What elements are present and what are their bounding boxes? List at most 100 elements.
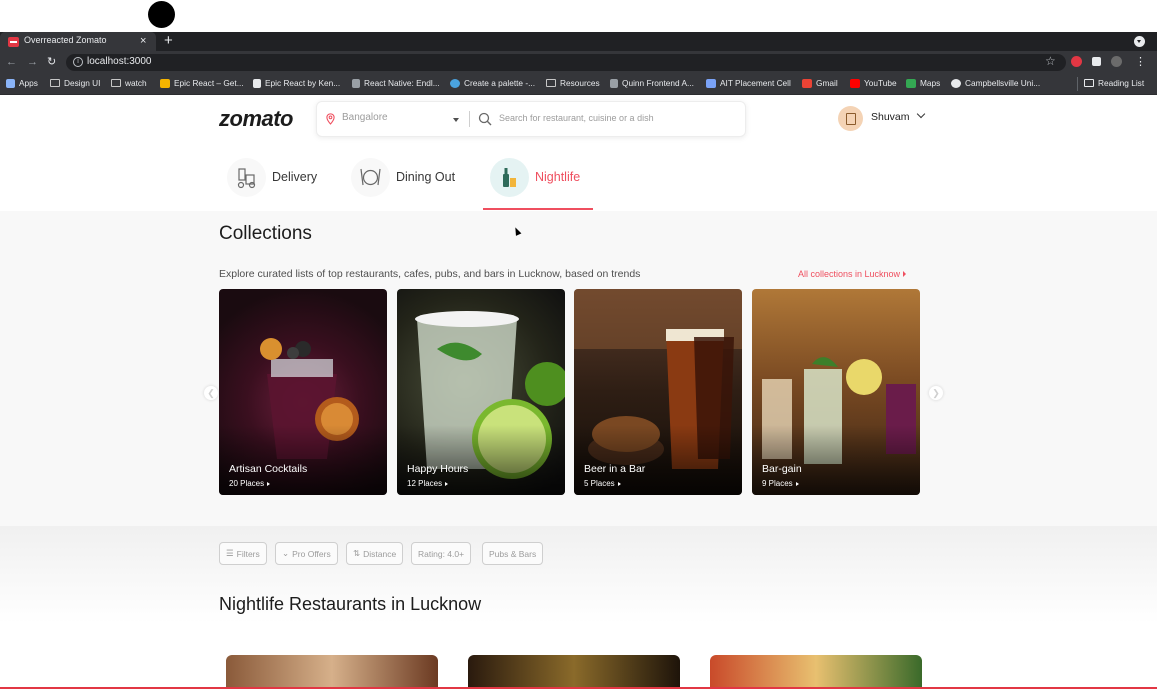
all-collections-link[interactable]: All collections in Lucknow [798, 269, 906, 279]
collection-card-beer-in-a-bar[interactable]: Beer in a Bar 5 Places [574, 289, 742, 495]
zomato-logo[interactable]: zomato [219, 106, 294, 132]
tab-search-icon[interactable] [1134, 36, 1145, 47]
filter-chip-distance[interactable]: ⇅ Distance [346, 542, 404, 565]
delivery-icon [227, 157, 266, 197]
browser-tab-bar: Overreacted Zomato × + [0, 32, 1157, 51]
nightlife-title: Nightlife Restaurants in Lucknow [219, 594, 482, 614]
bookmarks-divider [1077, 77, 1078, 91]
globe-icon [951, 78, 961, 88]
back-arrow-icon[interactable]: ← [6, 54, 17, 70]
collection-name: Happy Hours [407, 463, 469, 475]
profile-avatar-icon[interactable] [1111, 56, 1122, 67]
bookmark-apps[interactable]: Apps [6, 78, 38, 88]
user-avatar[interactable] [838, 106, 863, 131]
filter-chip-pro-offers[interactable]: ⌄ Pro Offers [275, 542, 338, 565]
address-bar[interactable]: i localhost:3000 ☆ [66, 54, 1066, 71]
user-menu-chevron-icon[interactable] [916, 109, 926, 119]
user-name[interactable]: Shuvam [871, 111, 910, 123]
download-icon [253, 78, 261, 88]
collection-card-happy-hours[interactable]: Happy Hours 12 Places [397, 289, 565, 495]
folder-icon [111, 79, 121, 87]
sort-icon: ⇅ [353, 548, 361, 558]
location-caret-icon[interactable] [453, 118, 459, 122]
forward-arrow-icon[interactable]: → [27, 54, 38, 70]
browser-menu-icon[interactable]: ⋮ [1135, 54, 1146, 70]
bookmark-resources[interactable]: Resources [546, 78, 600, 88]
tab-title: Overreacted Zomato [24, 35, 107, 45]
bookmark-campbellsville[interactable]: Campbellsville Uni... [951, 78, 1040, 88]
bookmark-quinn[interactable]: Quinn Frontend A... [610, 78, 694, 88]
browser-tab[interactable]: Overreacted Zomato × [0, 32, 156, 51]
active-tab-underline [483, 208, 593, 210]
bookmark-design-ui[interactable]: Design UI [50, 78, 100, 88]
extensions-puzzle-icon[interactable] [1092, 57, 1101, 66]
filter-label: Distance [363, 548, 397, 559]
location-select[interactable]: Bangalore [342, 112, 388, 123]
collection-places: 5 Places [584, 479, 621, 488]
collections-subtitle: Explore curated lists of top restaurants… [219, 268, 641, 280]
carousel-prev-icon[interactable]: ❮ [204, 386, 218, 400]
tab-nightlife[interactable]: Nightlife [490, 157, 580, 197]
apps-grid-icon [6, 78, 15, 88]
chevron-down-icon: ⌄ [282, 548, 290, 558]
tab-delivery[interactable]: Delivery [227, 157, 317, 197]
bookmark-label: React Native: Endl... [364, 78, 440, 88]
bookmark-label: Quinn Frontend A... [622, 78, 694, 88]
bookmark-epic-react-ken[interactable]: Epic React by Ken... [253, 78, 340, 88]
filter-chip-rating[interactable]: Rating: 4.0+ [411, 542, 472, 565]
filter-chip-pubs-bars[interactable]: Pubs & Bars [482, 542, 544, 565]
bookmark-watch[interactable]: watch [111, 78, 147, 88]
folder-icon [546, 79, 556, 87]
new-tab-button[interactable]: + [164, 32, 173, 50]
play-icon [160, 78, 170, 88]
tab-close-icon[interactable]: × [140, 34, 146, 48]
bookmark-gmail[interactable]: Gmail [802, 78, 838, 88]
restaurant-card-image[interactable] [468, 655, 680, 689]
restaurant-card-image[interactable] [710, 655, 922, 689]
bookmark-epic-react[interactable]: Epic React – Get... [160, 78, 244, 88]
dining-icon [351, 157, 390, 197]
extension-red-icon[interactable] [1071, 56, 1082, 67]
nightlife-icon [490, 157, 529, 197]
bookmarks-bar: Apps Design UI watch Epic React – Get...… [0, 74, 1157, 95]
collection-card-artisan-cocktails[interactable]: Artisan Cocktails 20 Places [219, 289, 387, 495]
collection-name: Bar-gain [762, 463, 802, 475]
bookmark-ait[interactable]: AIT Placement Cell [706, 78, 791, 88]
ait-icon [706, 78, 716, 88]
collections-title: Collections [219, 223, 312, 244]
filter-chip-filters[interactable]: ☰ Filters [219, 542, 267, 565]
bookmark-label: watch [125, 78, 147, 88]
bookmark-react-native[interactable]: React Native: Endl... [352, 78, 440, 88]
bookmark-label: Gmail [816, 78, 838, 88]
collection-name: Beer in a Bar [584, 463, 646, 475]
quinn-icon [610, 78, 618, 88]
bookmark-maps[interactable]: Maps [906, 78, 940, 88]
collection-card-bar-gain[interactable]: Bar-gain 9 Places [752, 289, 920, 495]
url-text[interactable]: localhost:3000 [87, 56, 152, 67]
reading-list[interactable]: Reading List [1084, 78, 1144, 88]
site-info-icon[interactable]: i [73, 57, 83, 67]
bookmark-star-icon[interactable]: ☆ [1045, 54, 1056, 68]
location-pin-icon [326, 113, 335, 125]
reload-icon[interactable]: ↻ [47, 54, 56, 70]
collections-section: Collections Explore curated lists of top… [0, 211, 1157, 526]
bookmark-label: YouTube [864, 78, 897, 88]
filter-label: Filters [236, 548, 260, 559]
page-viewport: zomato Bangalore Search for restaurant, … [0, 95, 1157, 689]
carousel-next-icon[interactable]: ❯ [929, 386, 943, 400]
collection-name: Artisan Cocktails [229, 463, 308, 475]
palette-icon [450, 78, 460, 88]
bookmark-create-palette[interactable]: Create a palette -... [450, 78, 535, 88]
restaurant-card-image[interactable] [226, 655, 438, 689]
tab-dining-out[interactable]: Dining Out [351, 157, 455, 197]
search-input[interactable]: Search for restaurant, cuisine or a dish [499, 113, 654, 123]
sliders-icon: ☰ [226, 548, 234, 558]
bookmark-label: Epic React by Ken... [265, 78, 341, 88]
collection-places: 9 Places [762, 479, 799, 488]
bookmark-youtube[interactable]: YouTube [850, 78, 897, 88]
filter-label: Pubs & Bars [489, 548, 537, 559]
bookmark-label: Campbellsville Uni... [965, 78, 1041, 88]
site-header: zomato Bangalore Search for restaurant, … [0, 95, 1157, 211]
page-icon [352, 78, 360, 88]
search-bar: Bangalore Search for restaurant, cuisine… [316, 101, 746, 137]
